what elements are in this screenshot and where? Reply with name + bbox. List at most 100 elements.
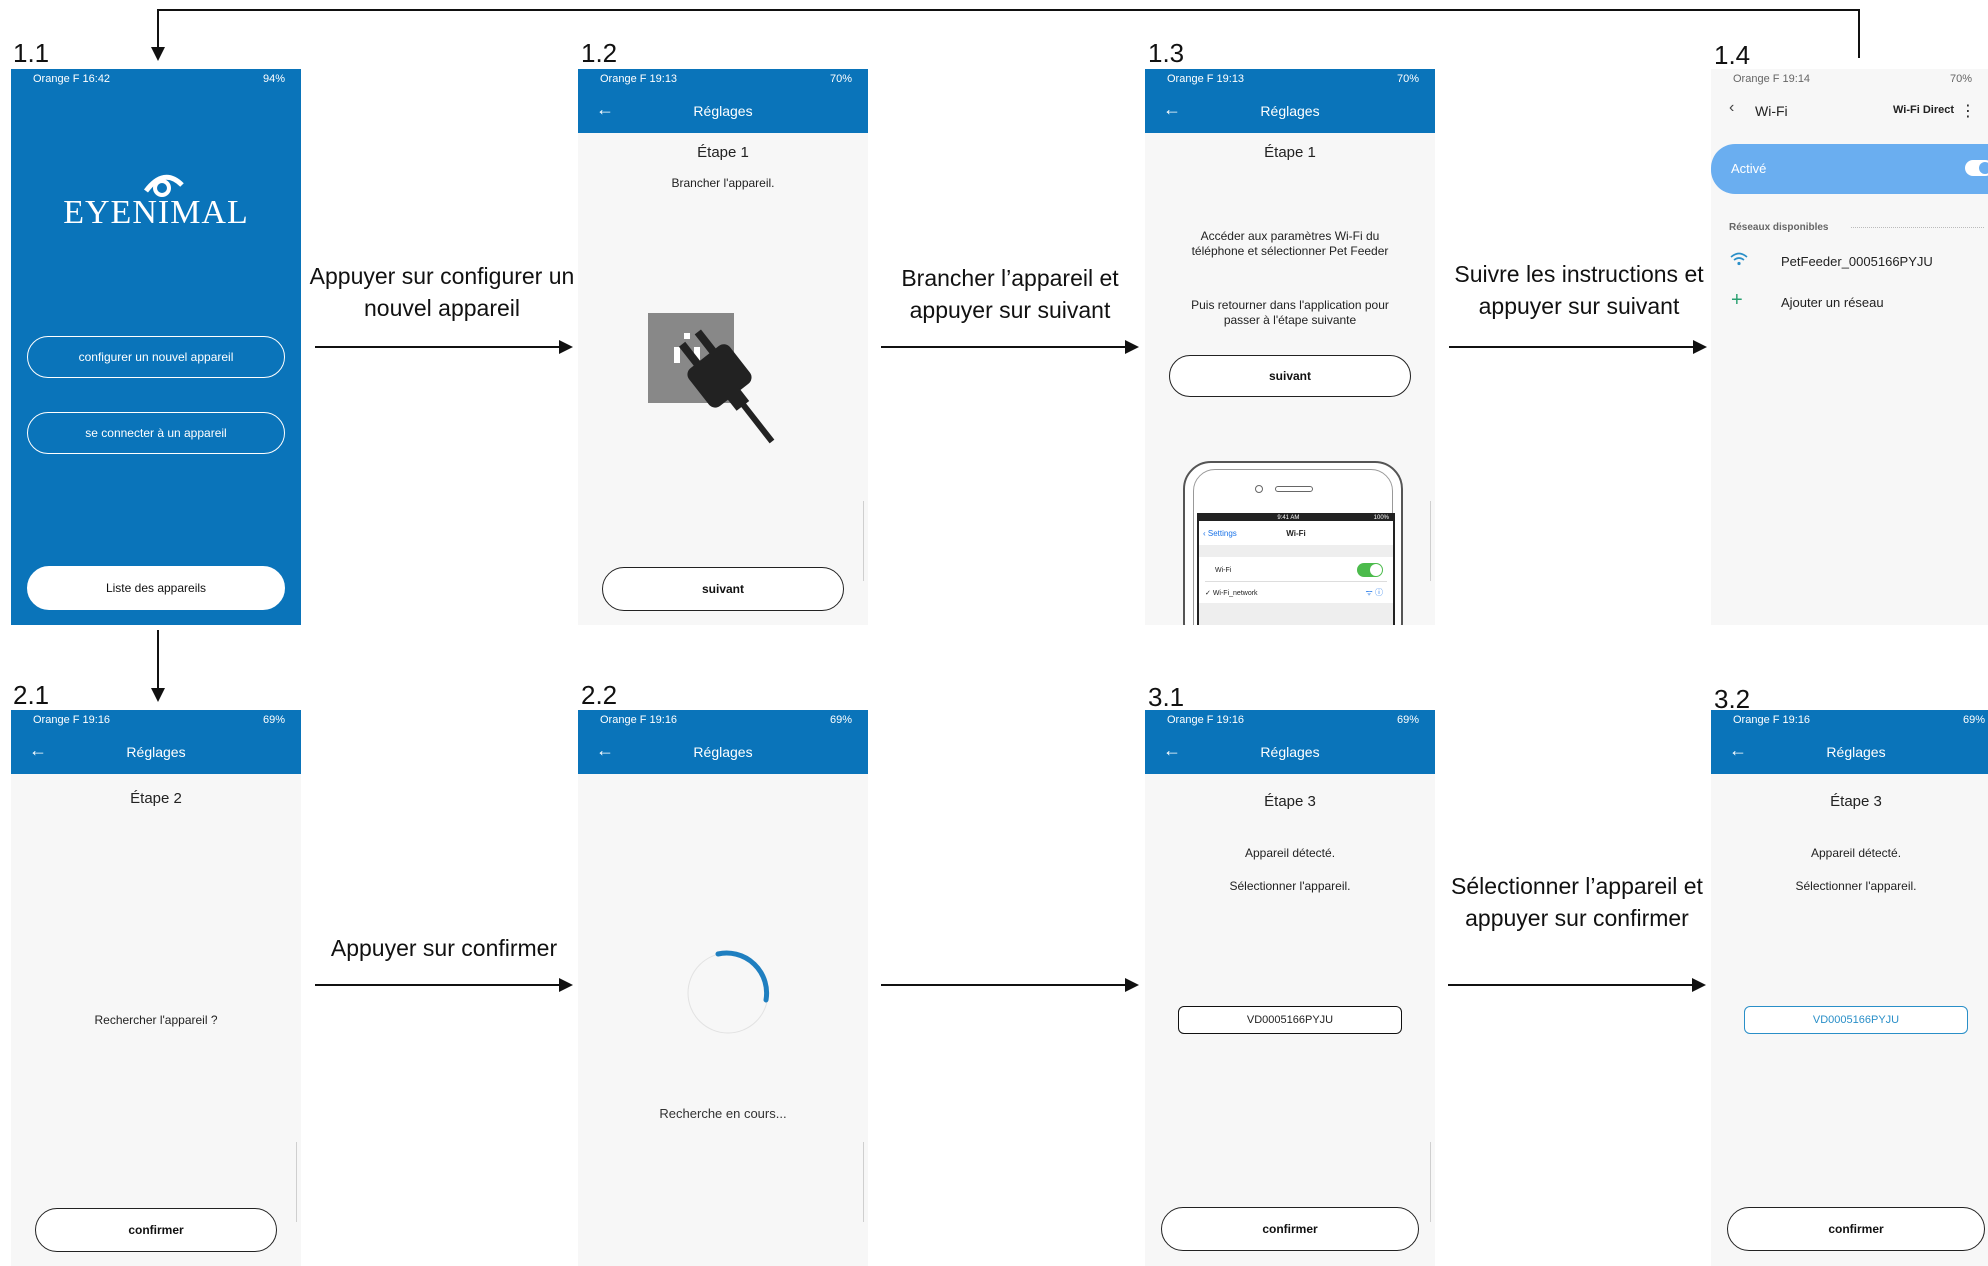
caption-1: Appuyer sur configurer un nouvel apparei… bbox=[309, 263, 575, 321]
device-list-button[interactable]: Liste des appareils bbox=[27, 566, 285, 610]
scroll-handle[interactable] bbox=[863, 1142, 868, 1222]
app-bar: Orange F 19:16 69% ← Réglages bbox=[11, 710, 301, 774]
flow-arrow bbox=[881, 340, 1139, 354]
page-title: Wi-Fi bbox=[1755, 103, 1788, 119]
flow-arrow bbox=[1448, 978, 1706, 992]
phone-illustration: 9:41 AM 100% ‹ Settings Wi-Fi Wi-Fi ✓ Wi-… bbox=[1183, 461, 1403, 625]
page-title: Réglages bbox=[1260, 103, 1320, 119]
page-title: Réglages bbox=[693, 744, 753, 760]
screen-step3-detected: Orange F 19:16 69% ← Réglages Étape 3 Ap… bbox=[1145, 710, 1435, 1266]
page-title: Réglages bbox=[693, 103, 753, 119]
question-text: Rechercher l'appareil ? bbox=[94, 1013, 218, 1027]
screen-home: Orange F 16:42 94% EYENIMAL configurer u… bbox=[11, 69, 301, 625]
status-bar: Orange F 19:16 69% bbox=[33, 714, 285, 726]
app-bar: Orange F 19:13 70% ← Réglages bbox=[578, 69, 868, 133]
scroll-handle[interactable] bbox=[863, 501, 868, 581]
instruction-text: Puis retourner dans l'application pour p… bbox=[1191, 298, 1389, 327]
wifi-active-bar[interactable]: Activé bbox=[1711, 144, 1988, 194]
page-title: Réglages bbox=[1260, 744, 1320, 760]
flow-connector bbox=[157, 630, 159, 688]
status-bar: Orange F 19:16 69% bbox=[600, 714, 852, 726]
screen-step3-selected: Orange F 19:16 69% ← Réglages Étape 3 Ap… bbox=[1711, 710, 1988, 1266]
add-network-label: Ajouter un réseau bbox=[1781, 295, 1884, 310]
screen-wifi-settings: Orange F 19:14 70% ‹ Wi-Fi Wi-Fi Direct … bbox=[1711, 69, 1988, 625]
plug-icon bbox=[646, 311, 806, 456]
flow-arrow bbox=[315, 340, 573, 354]
loop-connector bbox=[1858, 9, 1860, 58]
instruction-text: Sélectionner l'appareil. bbox=[1229, 879, 1351, 893]
status-bar: Orange F 19:16 69% bbox=[1733, 714, 1985, 726]
info-icon[interactable]: ᯤ ⓘ bbox=[1365, 587, 1383, 598]
confirm-button[interactable]: confirmer bbox=[1161, 1207, 1419, 1251]
app-bar: Orange F 19:16 69% ← Réglages bbox=[1711, 710, 1988, 774]
wifi-signal-icon bbox=[1729, 251, 1749, 272]
status-bar: Orange F 16:42 94% bbox=[33, 73, 285, 85]
step-heading: Étape 1 bbox=[1264, 144, 1316, 161]
confirm-button[interactable]: confirmer bbox=[1727, 1207, 1985, 1251]
screen-step1-wifi: Orange F 19:13 70% ← Réglages Étape 1 Ac… bbox=[1145, 69, 1435, 625]
device-option[interactable]: VD0005166PYJU bbox=[1178, 1006, 1402, 1034]
app-bar: Orange F 19:16 69% ← Réglages bbox=[1145, 710, 1435, 774]
step-label: 3.1 bbox=[1148, 682, 1185, 712]
plus-icon: + bbox=[1731, 289, 1743, 311]
status-bar: Orange F 19:14 70% bbox=[1733, 73, 1972, 85]
page-title: Réglages bbox=[1826, 744, 1886, 760]
app-bar: Orange F 19:16 69% ← Réglages bbox=[578, 710, 868, 774]
status-bar: Orange F 19:16 69% bbox=[1167, 714, 1419, 726]
wifi-direct-link[interactable]: Wi-Fi Direct bbox=[1893, 104, 1954, 116]
network-name: PetFeeder_0005166PYJU bbox=[1781, 254, 1933, 269]
loop-connector bbox=[157, 9, 159, 49]
configure-device-button[interactable]: configurer un nouvel appareil bbox=[27, 336, 285, 378]
wifi-row-label: Wi-Fi bbox=[1215, 567, 1232, 574]
network-row[interactable]: ✓ Wi-Fi_network bbox=[1205, 589, 1258, 597]
loop-connector bbox=[157, 9, 1860, 11]
step-heading: Étape 3 bbox=[1264, 793, 1316, 810]
wifi-toggle[interactable] bbox=[1965, 160, 1988, 176]
scroll-handle[interactable] bbox=[296, 1142, 301, 1222]
instruction-text: Accéder aux paramètres Wi-Fi du téléphon… bbox=[1191, 229, 1389, 258]
arrow-head bbox=[151, 47, 165, 61]
app-bar: Orange F 19:13 70% ← Réglages bbox=[1145, 69, 1435, 133]
step-label: 2.2 bbox=[581, 680, 618, 710]
scroll-handle[interactable] bbox=[1430, 501, 1435, 581]
step-label: 1.1 bbox=[13, 38, 50, 68]
status-bar: Orange F 19:13 70% bbox=[1167, 73, 1419, 85]
next-button[interactable]: suivant bbox=[1169, 355, 1411, 397]
speaker-icon bbox=[1275, 486, 1313, 492]
step-label: 1.2 bbox=[581, 38, 618, 68]
confirm-button[interactable]: confirmer bbox=[35, 1208, 277, 1252]
more-options-icon[interactable]: ⋮ bbox=[1960, 101, 1976, 121]
step-heading: Étape 3 bbox=[1830, 793, 1882, 810]
step-label: 1.3 bbox=[1148, 38, 1185, 68]
wifi-active-label: Activé bbox=[1731, 161, 1767, 176]
camera-icon bbox=[1255, 485, 1263, 493]
next-button[interactable]: suivant bbox=[602, 567, 844, 611]
step-heading: Étape 1 bbox=[697, 144, 749, 161]
status-bar: Orange F 19:13 70% bbox=[600, 73, 852, 85]
step-label: 2.1 bbox=[13, 680, 50, 710]
section-heading: Réseaux disponibles bbox=[1729, 222, 1829, 233]
network-row[interactable]: PetFeeder_0005166PYJU bbox=[1711, 247, 1988, 277]
connect-device-button[interactable]: se connecter à un appareil bbox=[27, 412, 285, 454]
caption-3: Suivre les instructions et appuyer sur s… bbox=[1454, 261, 1704, 319]
searching-text: Recherche en cours... bbox=[659, 1106, 787, 1121]
flow-arrow bbox=[1449, 340, 1707, 354]
step-heading: Étape 2 bbox=[130, 790, 182, 807]
screen-step1-plug: Orange F 19:13 70% ← Réglages Étape 1 Br… bbox=[578, 69, 868, 625]
device-option-selected[interactable]: VD0005166PYJU bbox=[1744, 1006, 1968, 1034]
phone-screen-title: Wi-Fi bbox=[1286, 529, 1306, 538]
scroll-handle[interactable] bbox=[1430, 1142, 1435, 1222]
screen-step2-searching: Orange F 19:16 69% ← Réglages Recherche … bbox=[578, 710, 868, 1266]
wifi-toggle[interactable] bbox=[1357, 563, 1383, 577]
back-chevron-icon[interactable]: ‹ bbox=[1729, 99, 1734, 117]
status-text: Appareil détecté. bbox=[1244, 846, 1336, 860]
add-network-row[interactable]: + Ajouter un réseau bbox=[1711, 287, 1988, 317]
flow-arrow bbox=[315, 978, 573, 992]
page-title: Réglages bbox=[126, 744, 186, 760]
instruction-text: Sélectionner l'appareil. bbox=[1795, 879, 1917, 893]
caption-4: Appuyer sur confirmer bbox=[330, 935, 558, 961]
loading-spinner-icon bbox=[680, 945, 776, 1046]
arrow-head bbox=[151, 688, 165, 702]
caption-2: Brancher l’appareil et appuyer sur suiva… bbox=[901, 265, 1119, 323]
instruction-text: Brancher l'appareil. bbox=[671, 176, 775, 190]
